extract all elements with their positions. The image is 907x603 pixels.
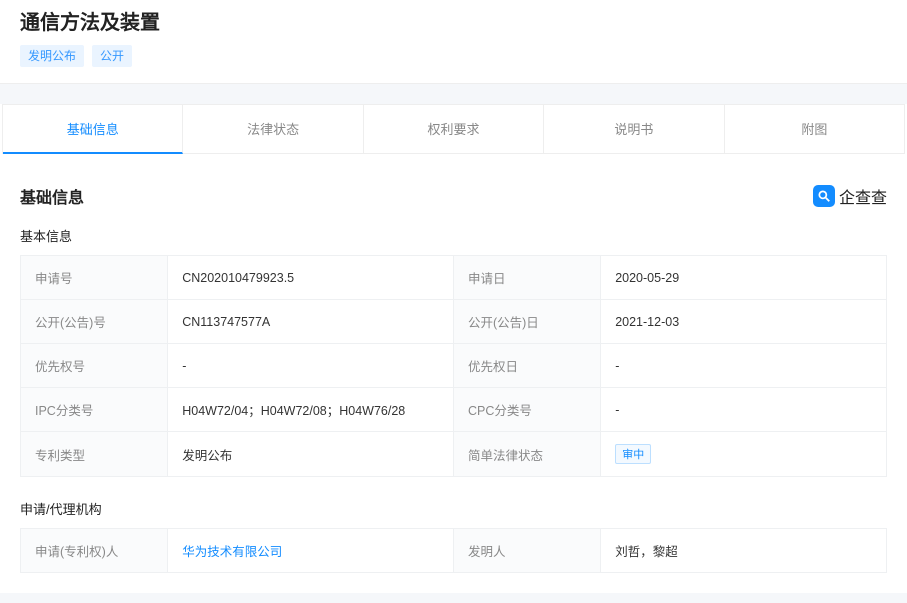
cell-label: 公开(公告)号 bbox=[21, 300, 168, 344]
cell-label: 简单法律状态 bbox=[453, 432, 600, 477]
cell-label: IPC分类号 bbox=[21, 388, 168, 432]
page-title: 通信方法及装置 bbox=[20, 6, 887, 35]
cell-label: 申请(专利权)人 bbox=[21, 529, 168, 573]
cell-value: CN202010479923.5 bbox=[168, 256, 454, 300]
tab-basic-info[interactable]: 基础信息 bbox=[3, 105, 183, 154]
cell-label: 专利类型 bbox=[21, 432, 168, 477]
cell-value: - bbox=[601, 388, 887, 432]
table-row: 申请号 CN202010479923.5 申请日 2020-05-29 bbox=[21, 256, 887, 300]
agency-table: 申请(专利权)人 华为技术有限公司 发明人 刘哲，黎超 bbox=[20, 528, 887, 573]
cell-label: 申请号 bbox=[21, 256, 168, 300]
cell-value: 刘哲，黎超 bbox=[601, 529, 887, 573]
table-row: IPC分类号 H04W72/04；H04W72/08；H04W76/28 CPC… bbox=[21, 388, 887, 432]
tag-publication-type: 发明公布 bbox=[20, 45, 84, 67]
tab-drawings[interactable]: 附图 bbox=[725, 105, 904, 153]
table-row: 申请(专利权)人 华为技术有限公司 发明人 刘哲，黎超 bbox=[21, 529, 887, 573]
cell-label: 优先权日 bbox=[453, 344, 600, 388]
applicant-link[interactable]: 华为技术有限公司 bbox=[182, 545, 282, 559]
tabs: 基础信息 法律状态 权利要求 说明书 附图 bbox=[2, 104, 905, 154]
brand: 企查查 bbox=[813, 184, 887, 208]
tag-status: 公开 bbox=[92, 45, 132, 67]
cell-value-status: 审中 bbox=[601, 432, 887, 477]
cell-value: - bbox=[168, 344, 454, 388]
section-title: 基础信息 bbox=[20, 184, 84, 208]
cell-value-applicant: 华为技术有限公司 bbox=[168, 529, 454, 573]
tabs-container: 基础信息 法律状态 权利要求 说明书 附图 bbox=[0, 104, 907, 154]
cell-value: CN113747577A bbox=[168, 300, 454, 344]
brand-icon bbox=[813, 185, 835, 207]
tab-legal-status[interactable]: 法律状态 bbox=[183, 105, 363, 153]
cell-label: 发明人 bbox=[453, 529, 600, 573]
sub-title-agency: 申请/代理机构 bbox=[20, 499, 887, 518]
cell-label: 公开(公告)日 bbox=[453, 300, 600, 344]
tag-row: 发明公布 公开 bbox=[20, 45, 887, 67]
status-badge: 审中 bbox=[615, 444, 651, 464]
sub-title-basic: 基本信息 bbox=[20, 226, 887, 245]
cell-value: - bbox=[601, 344, 887, 388]
cell-value: 2021-12-03 bbox=[601, 300, 887, 344]
table-row: 专利类型 发明公布 简单法律状态 审中 bbox=[21, 432, 887, 477]
cell-label: CPC分类号 bbox=[453, 388, 600, 432]
tab-description[interactable]: 说明书 bbox=[544, 105, 724, 153]
page-header: 通信方法及装置 发明公布 公开 bbox=[0, 0, 907, 84]
spacer bbox=[0, 84, 907, 104]
table-row: 优先权号 - 优先权日 - bbox=[21, 344, 887, 388]
brand-label: 企查查 bbox=[839, 184, 887, 208]
cell-label: 优先权号 bbox=[21, 344, 168, 388]
cell-label: 申请日 bbox=[453, 256, 600, 300]
cell-value: 2020-05-29 bbox=[601, 256, 887, 300]
basic-info-table: 申请号 CN202010479923.5 申请日 2020-05-29 公开(公… bbox=[20, 255, 887, 477]
cell-value: H04W72/04；H04W72/08；H04W76/28 bbox=[168, 388, 454, 432]
tab-claims[interactable]: 权利要求 bbox=[364, 105, 544, 153]
cell-value: 发明公布 bbox=[168, 432, 454, 477]
section-header-row: 基础信息 企查查 bbox=[20, 184, 887, 208]
table-row: 公开(公告)号 CN113747577A 公开(公告)日 2021-12-03 bbox=[21, 300, 887, 344]
section-basic-info: 基础信息 企查查 基本信息 申请号 CN202010479923.5 申请日 2… bbox=[0, 154, 907, 593]
